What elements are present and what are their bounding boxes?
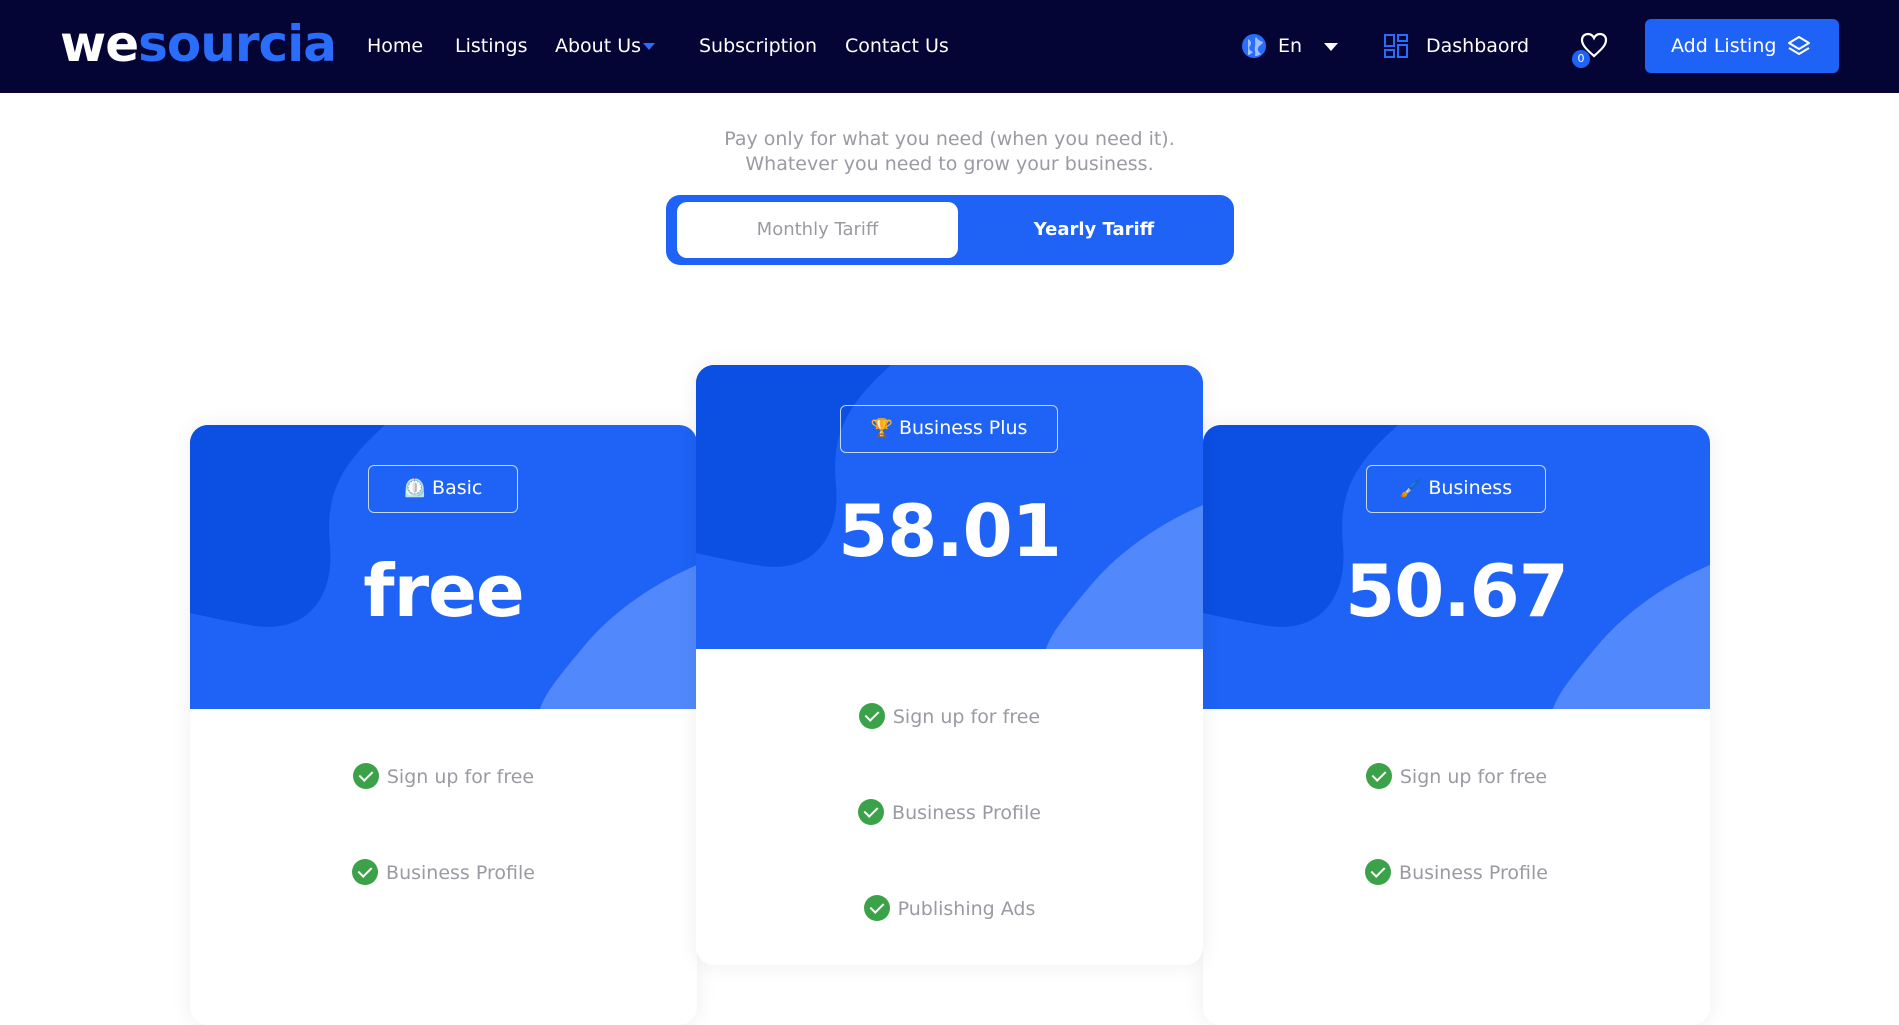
check-icon — [352, 858, 379, 885]
plan-price: 58.01 — [838, 489, 1062, 573]
plan-card-business-plus: 🏆 Business Plus 58.01 Sign up for free Bu… — [696, 365, 1203, 965]
logo[interactable]: wesourcia — [60, 14, 337, 74]
about-chevron-down-icon[interactable] — [643, 43, 655, 50]
language-chevron-down-icon[interactable] — [1324, 43, 1338, 51]
plan-badge: ⏲️ Basic — [368, 465, 518, 513]
feature-text: Business Profile — [1399, 862, 1548, 884]
plan-card-header: ⏲️ Basic free — [190, 425, 697, 709]
nav-listings[interactable]: Listings — [455, 34, 528, 58]
tariff-toggle: Monthly Tariff Yearly Tariff — [666, 195, 1234, 265]
intro-line-2: Whatever you need to grow your business. — [745, 153, 1154, 175]
nav-home[interactable]: Home — [367, 34, 423, 58]
plan-name: Basic — [432, 477, 483, 499]
feature-item: Sign up for free — [190, 762, 697, 791]
plan-card-header: 🏆 Business Plus 58.01 — [696, 365, 1203, 649]
check-icon — [858, 702, 885, 729]
logo-sourcia: sourcia — [138, 15, 337, 73]
intro-line-1: Pay only for what you need (when you nee… — [724, 128, 1175, 150]
yearly-tariff-option[interactable]: Yearly Tariff — [954, 202, 1234, 258]
top-navbar: wesourcia Home Listings About Us Subscri… — [0, 0, 1899, 93]
add-listing-button[interactable]: Add Listing — [1645, 19, 1839, 73]
plan-name: Business Plus — [898, 417, 1028, 439]
plan-card-business: 🖌️ Business 50.67 Sign up for free Busine… — [1203, 425, 1710, 1025]
plan-badge: 🖌️ Business — [1366, 465, 1546, 513]
feature-text: Sign up for free — [892, 706, 1041, 728]
nav-about-us[interactable]: About Us — [555, 34, 641, 58]
check-icon — [863, 894, 890, 921]
check-icon — [352, 762, 379, 789]
feature-item: Business Profile — [1203, 858, 1710, 887]
feature-item: Business Profile — [190, 858, 697, 887]
plan-name: Business — [1428, 477, 1513, 499]
feature-item: Business Profile — [696, 798, 1203, 827]
plan-card-header: 🖌️ Business 50.67 — [1203, 425, 1710, 709]
timer-icon: ⏲️ — [403, 478, 427, 499]
check-icon — [1365, 762, 1392, 789]
trophy-icon: 🏆 — [870, 418, 893, 439]
plan-price: free — [363, 549, 525, 633]
plan-card-basic: ⏲️ Basic free Sign up for free Business P… — [190, 425, 697, 1025]
feature-item: Sign up for free — [1203, 762, 1710, 791]
globe-icon[interactable] — [1241, 33, 1267, 59]
plan-badge: 🏆 Business Plus — [840, 405, 1058, 453]
paintbrush-icon: 🖌️ — [1399, 478, 1423, 499]
feature-text: Sign up for free — [386, 766, 535, 788]
feature-text: Business Profile — [892, 802, 1041, 824]
feature-text: Business Profile — [386, 862, 535, 884]
wishlist-count-badge: 0 — [1572, 50, 1590, 68]
add-listing-label: Add Listing — [1671, 35, 1777, 57]
monthly-tariff-option[interactable]: Monthly Tariff — [677, 202, 958, 258]
language-selector[interactable]: En — [1278, 34, 1302, 58]
feature-text: Sign up for free — [1399, 766, 1548, 788]
feature-item: Publishing Ads — [696, 894, 1203, 923]
dashboard-link[interactable]: Dashbaord — [1426, 34, 1529, 58]
nav-contact-us[interactable]: Contact Us — [845, 34, 949, 58]
check-icon — [858, 798, 885, 825]
feature-item: Sign up for free — [696, 702, 1203, 731]
layers-icon — [1788, 36, 1810, 55]
nav-subscription[interactable]: Subscription — [699, 34, 817, 58]
plan-price: 50.67 — [1345, 549, 1569, 633]
check-icon — [1365, 858, 1392, 885]
feature-text: Publishing Ads — [897, 898, 1036, 920]
dashboard-grid-icon[interactable] — [1384, 34, 1408, 58]
logo-we: we — [60, 15, 139, 73]
